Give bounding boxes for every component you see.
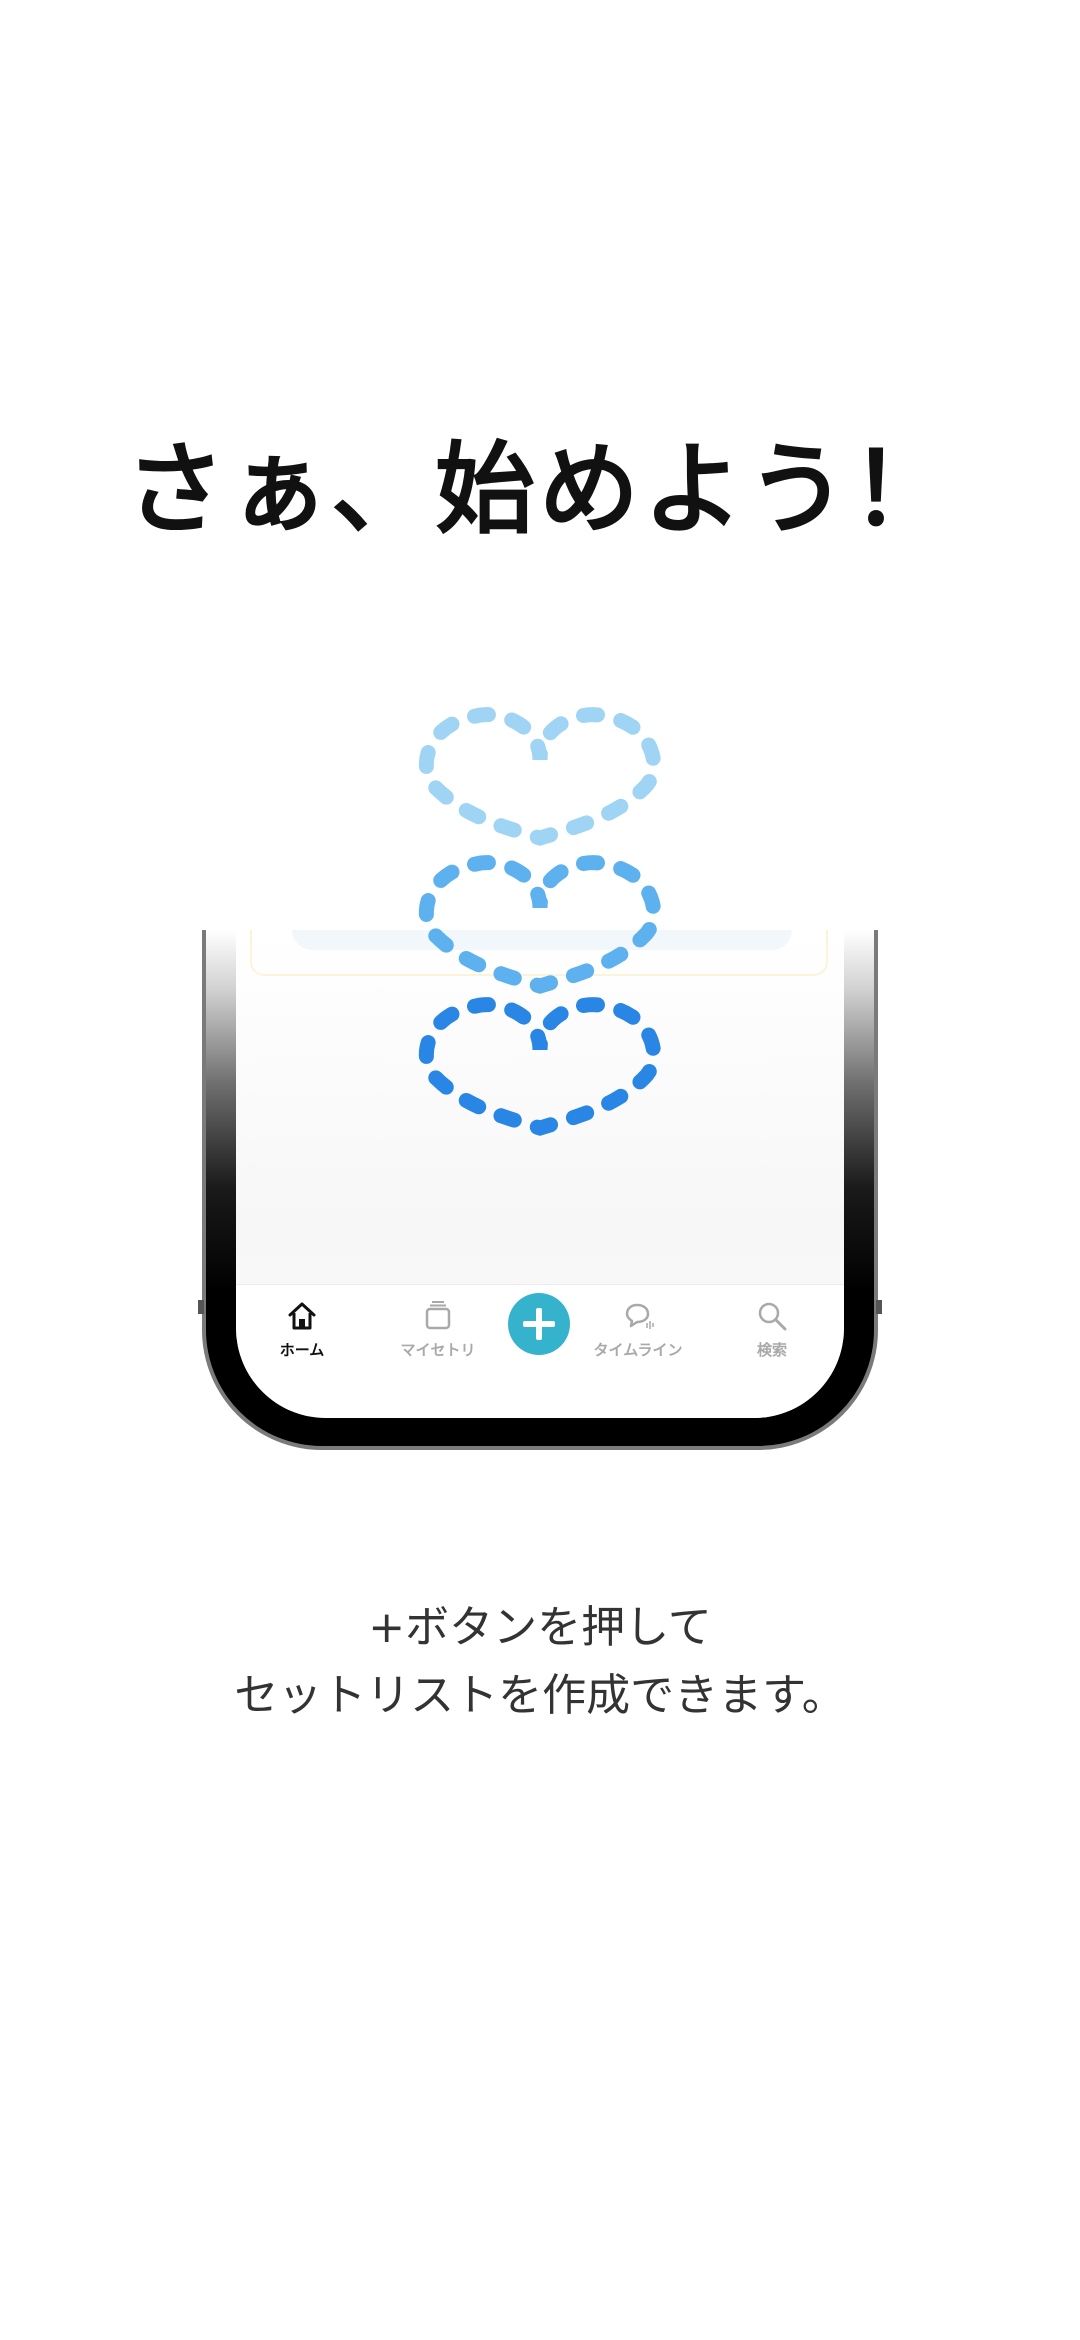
tab-my-setlists-label: マイセトリ [400, 1341, 476, 1359]
add-setlist-button[interactable] [508, 1293, 570, 1355]
heart-outline-top [418, 707, 662, 846]
chat-bubble-icon [625, 1303, 654, 1329]
phone-side-button-left [198, 1300, 204, 1314]
home-icon [288, 1302, 316, 1330]
tab-my-setlists[interactable]: マイセトリ [378, 1299, 498, 1360]
tab-search[interactable]: 検索 [712, 1299, 832, 1360]
dotted-hearts-illustration [418, 707, 662, 1136]
search-icon [758, 1302, 787, 1331]
tab-timeline[interactable]: タイムライン [578, 1299, 698, 1360]
page-title: さぁ、始めよう！ [125, 431, 955, 548]
instructions-line-2: セットリストを作成できます。 [234, 1670, 846, 1721]
phone-side-button-right [876, 1300, 882, 1314]
instructions-text: +ボタンを押して セットリストを作成できます。 [0, 1594, 1080, 1730]
instructions-line-1: +ボタンを押して [368, 1602, 712, 1653]
tab-bar: ホーム マイセトリ タイムライン 検索 [236, 1284, 844, 1418]
tab-search-label: 検索 [756, 1341, 787, 1359]
heart-outline-bottom [418, 997, 662, 1136]
heart-outline-middle [418, 855, 662, 994]
tab-home-label: ホーム [279, 1341, 325, 1359]
tab-timeline-label: タイムライン [593, 1341, 683, 1359]
tab-home[interactable]: ホーム [242, 1299, 362, 1360]
cards-icon [425, 1301, 451, 1330]
